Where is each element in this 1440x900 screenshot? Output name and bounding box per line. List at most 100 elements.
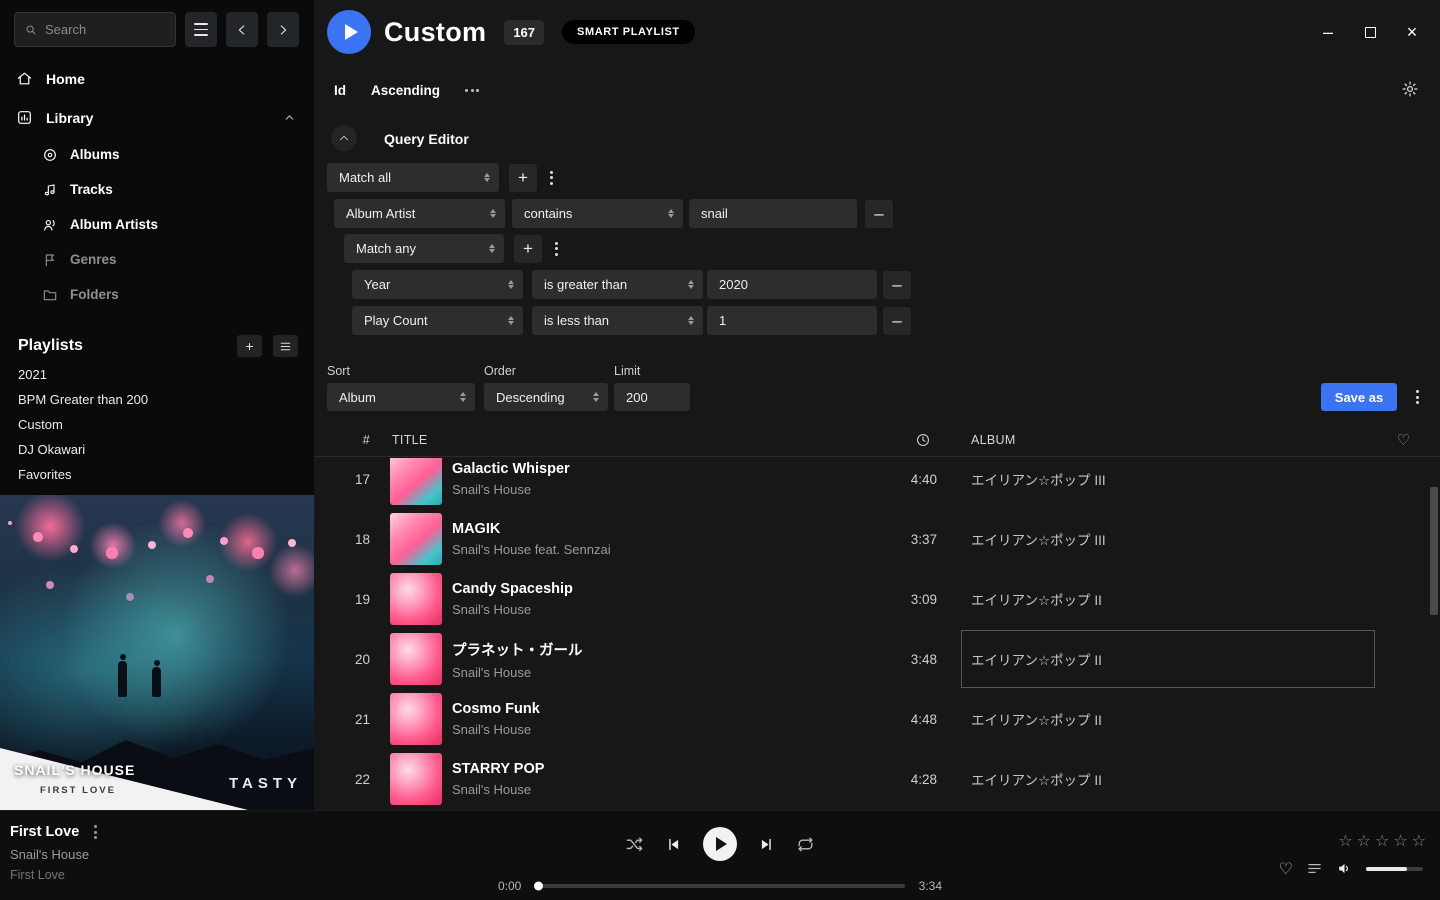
rule-value-input[interactable]	[707, 306, 877, 335]
sort-select[interactable]: Album	[327, 383, 475, 411]
back-button[interactable]	[226, 12, 258, 47]
save-menu-icon[interactable]	[1416, 390, 1419, 404]
select-value: Descending	[496, 390, 565, 405]
sidebar: Home Library Albums Tracks Album Artists…	[0, 0, 314, 810]
table-row[interactable]: 17 Galactic Whisper Snail's House 4:40 エ…	[314, 458, 1440, 509]
track-title: Galactic Whisper	[452, 461, 842, 477]
playlist-item[interactable]: Favorites	[0, 462, 314, 487]
album-art-thumbnail	[390, 573, 442, 625]
seek-bar[interactable]	[535, 884, 904, 888]
minimize-button[interactable]: –	[1312, 20, 1344, 44]
query-editor-collapse-button[interactable]	[331, 125, 357, 151]
artwork-figure	[152, 667, 161, 697]
rule-value-input[interactable]	[707, 270, 877, 299]
remove-rule-button[interactable]: –	[883, 271, 911, 299]
table-row[interactable]: 21 Cosmo Funk Snail's House 4:48 エイリアン☆ポ…	[314, 689, 1440, 749]
select-value: is greater than	[544, 277, 627, 292]
playlist-item[interactable]: DJ Okawari	[0, 437, 314, 462]
track-album: エイリアン☆ポップ II	[971, 769, 1102, 789]
shuffle-button[interactable]	[625, 835, 644, 854]
repeat-button[interactable]	[796, 835, 815, 854]
menu-button[interactable]	[185, 12, 217, 47]
track-album: エイリアン☆ポップ II	[971, 649, 1102, 669]
sort-controls-row: Album Descending Save as	[327, 383, 1440, 411]
sidebar-item-folders[interactable]: Folders	[0, 277, 314, 312]
sort-field-button[interactable]: Id	[334, 83, 346, 98]
order-select[interactable]: Descending	[484, 383, 608, 411]
playlist-item[interactable]: BPM Greater than 200	[0, 387, 314, 412]
close-button[interactable]: ×	[1396, 20, 1428, 44]
rule-field-select[interactable]: Play Count	[352, 306, 523, 335]
star-icon[interactable]: ☆	[1412, 831, 1426, 850]
forward-button[interactable]	[267, 12, 299, 47]
maximize-button[interactable]	[1354, 20, 1386, 44]
sidebar-item-album-artists[interactable]: Album Artists	[0, 207, 314, 242]
add-rule-button[interactable]: +	[514, 235, 542, 263]
seek-handle[interactable]	[534, 882, 543, 891]
favorite-button[interactable]: ♡	[1279, 859, 1293, 878]
play-playlist-button[interactable]	[327, 10, 371, 54]
focused-album-cell[interactable]: エイリアン☆ポップ II	[937, 629, 1367, 689]
star-icon[interactable]: ☆	[1393, 831, 1407, 850]
remove-rule-button[interactable]: –	[865, 200, 893, 228]
group-menu-icon[interactable]	[550, 171, 553, 185]
limit-input[interactable]	[614, 383, 690, 411]
rule-operator-select[interactable]: is less than	[532, 306, 703, 335]
tracks-icon	[42, 182, 58, 198]
add-rule-button[interactable]: +	[509, 164, 537, 192]
settings-button[interactable]	[1401, 80, 1419, 98]
sidebar-item-genres[interactable]: Genres	[0, 242, 314, 277]
star-icon[interactable]: ☆	[1357, 831, 1371, 850]
star-icon[interactable]: ☆	[1338, 831, 1352, 850]
rule-field-select[interactable]: Year	[352, 270, 523, 299]
sidebar-item-home[interactable]: Home	[0, 59, 314, 98]
progress-row: 0:00 3:34	[498, 879, 942, 893]
next-button[interactable]	[758, 836, 775, 853]
sort-direction-button[interactable]: Ascending	[371, 83, 440, 98]
volume-slider[interactable]	[1366, 867, 1423, 871]
chevron-right-icon	[275, 22, 291, 38]
previous-button[interactable]	[665, 836, 682, 853]
remove-rule-button[interactable]: –	[883, 307, 911, 335]
track-duration: 3:48	[842, 652, 937, 667]
rule-operator-select[interactable]: is greater than	[532, 270, 703, 299]
group-menu-icon[interactable]	[555, 242, 558, 256]
rule-value-input[interactable]	[689, 199, 857, 228]
playlist-item[interactable]: 2021	[0, 362, 314, 387]
close-icon: ×	[1407, 22, 1418, 43]
save-as-button[interactable]: Save as	[1321, 383, 1397, 411]
star-icon[interactable]: ☆	[1375, 831, 1389, 850]
select-arrows-icon	[668, 209, 674, 219]
track-menu-icon[interactable]	[94, 825, 97, 839]
search-box[interactable]	[14, 12, 176, 47]
volume-button[interactable]	[1336, 860, 1353, 877]
sidebar-item-library[interactable]: Library	[0, 98, 314, 137]
scrollbar-thumb[interactable]	[1430, 487, 1438, 615]
select-value: Match all	[339, 170, 391, 185]
playlist-item[interactable]: Custom	[0, 412, 314, 437]
artwork-title-text: FIRST LOVE	[40, 785, 116, 796]
repeat-icon	[796, 835, 815, 854]
add-playlist-button[interactable]: +	[237, 335, 262, 357]
table-row[interactable]: 22 STARRY POP Snail's House 4:28 エイリアン☆ポ…	[314, 749, 1440, 809]
match-select[interactable]: Match any	[344, 234, 504, 263]
rule-field-select[interactable]: Album Artist	[334, 199, 505, 228]
table-row[interactable]: 18 MAGIK Snail's House feat. Sennzai 3:3…	[314, 509, 1440, 569]
select-arrows-icon	[508, 316, 514, 326]
sidebar-item-albums[interactable]: Albums	[0, 137, 314, 172]
playlist-list-button[interactable]	[273, 335, 298, 357]
more-options-icon[interactable]	[465, 89, 479, 92]
maximize-icon	[1365, 27, 1376, 38]
play-pause-button[interactable]	[703, 827, 737, 861]
minus-icon: –	[892, 311, 901, 331]
match-select[interactable]: Match all	[327, 163, 499, 192]
search-input[interactable]	[45, 22, 166, 37]
chevron-up-icon[interactable]	[283, 111, 296, 124]
queue-button[interactable]	[1306, 860, 1323, 877]
table-row[interactable]: 19 Candy Spaceship Snail's House 3:09 エイ…	[314, 569, 1440, 629]
sidebar-item-tracks[interactable]: Tracks	[0, 172, 314, 207]
table-row[interactable]: 20 プラネット・ガール Snail's House 3:48 エイリアン☆ポッ…	[314, 629, 1440, 689]
rule-operator-select[interactable]: contains	[512, 199, 683, 228]
sub-item-label: Genres	[70, 252, 117, 267]
track-number: 20	[314, 652, 376, 667]
